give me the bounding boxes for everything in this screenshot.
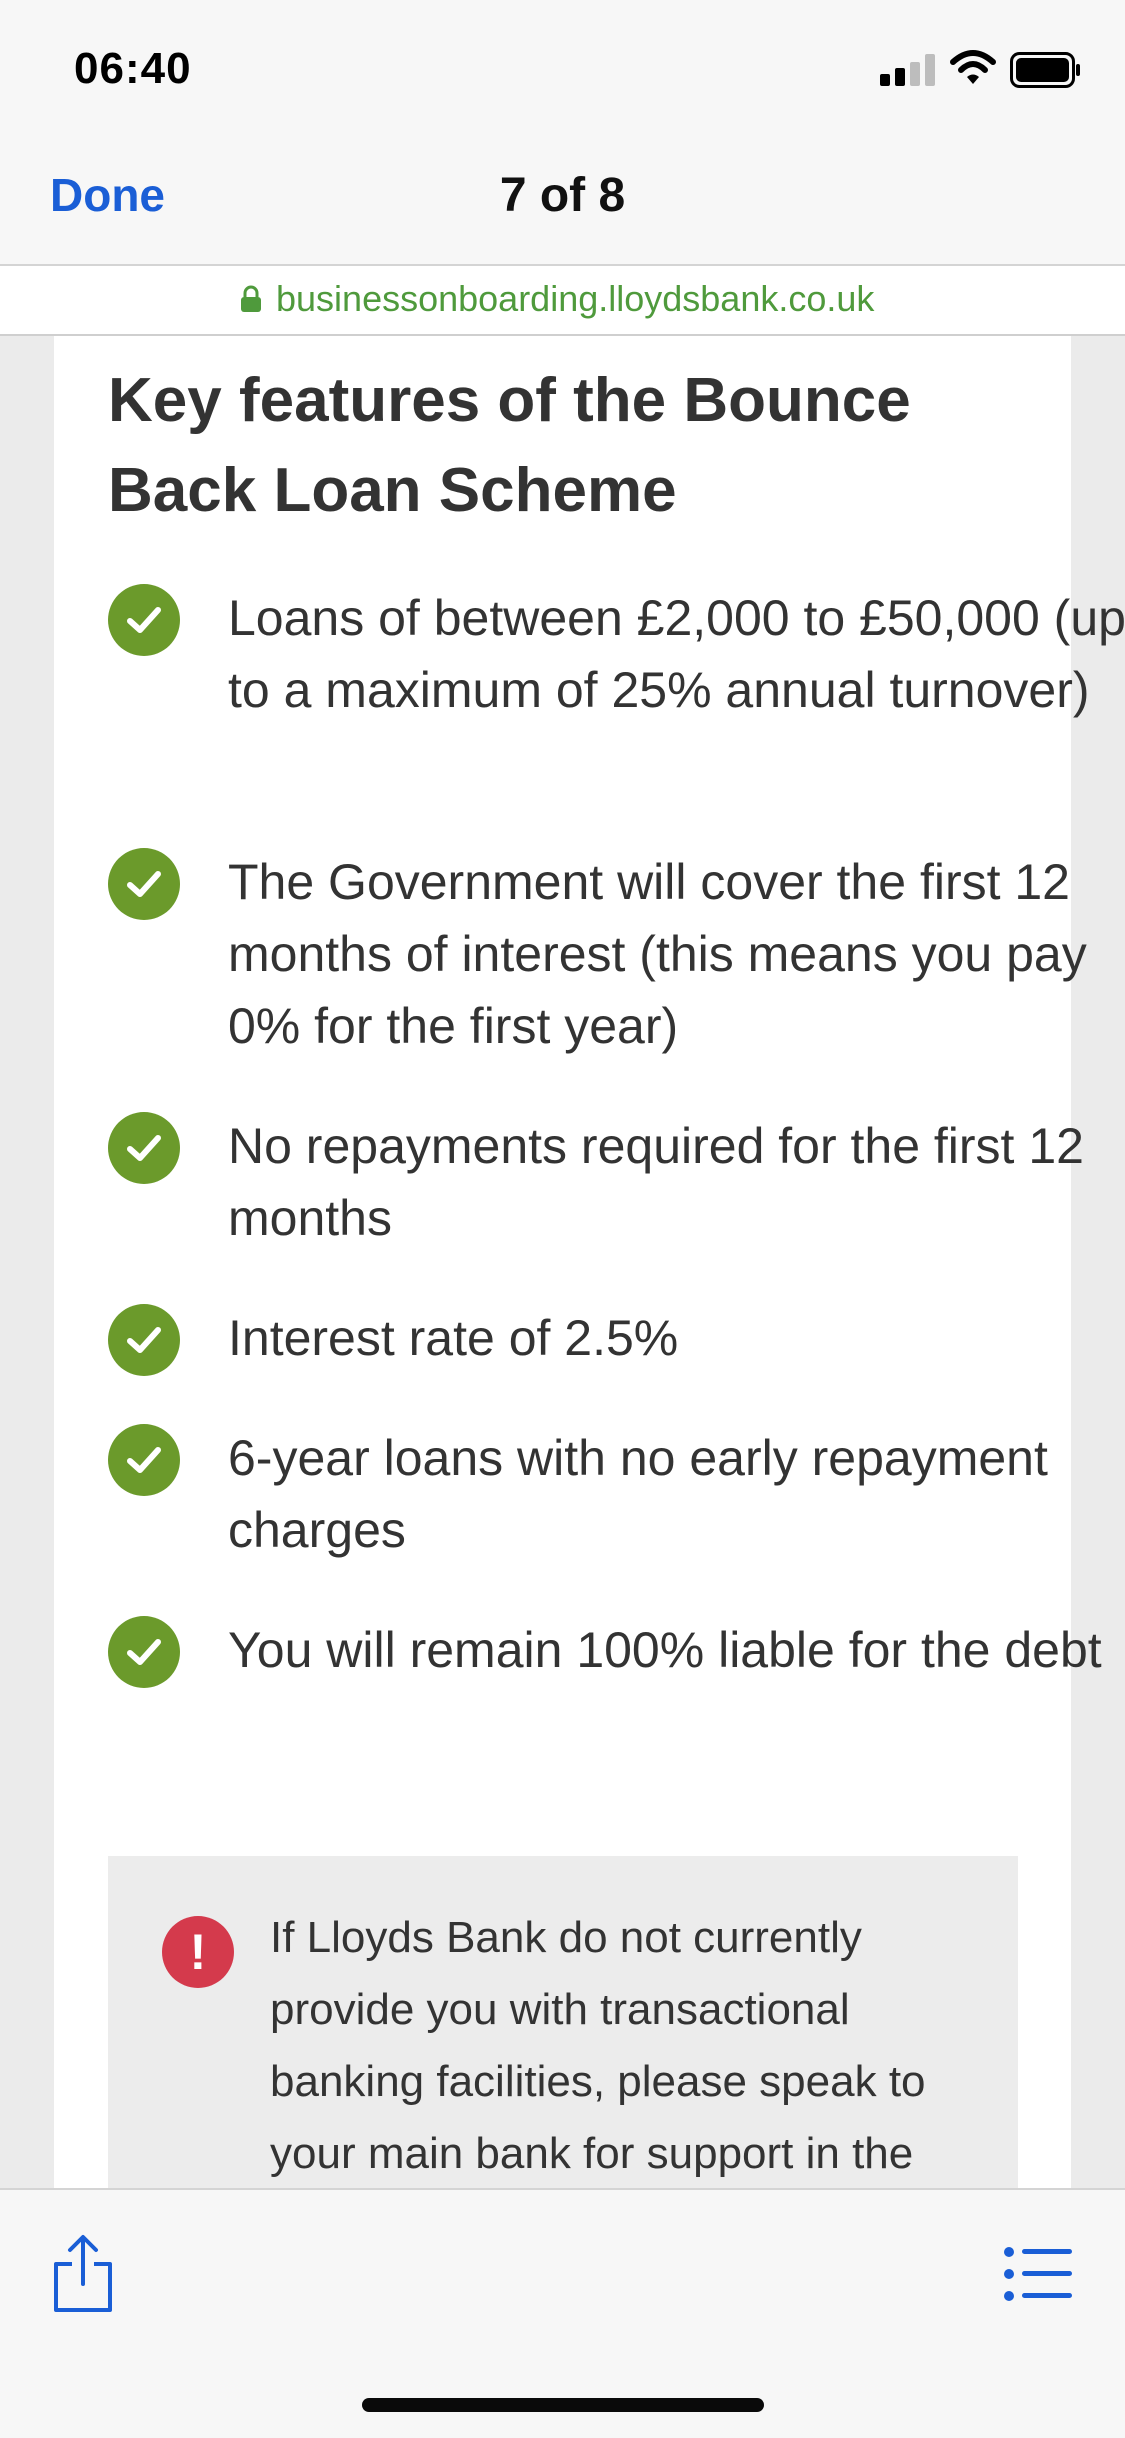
check-icon [108,584,180,656]
check-icon [108,848,180,920]
battery-icon [1010,52,1080,88]
wifi-icon [950,50,996,84]
browser-navbar: Done 7 of 8 [0,130,1125,266]
home-indicator[interactable] [362,2398,764,2412]
alert-icon: ! [162,1916,234,1988]
feature-text: Loans of between £2,000 to £50,000 (up t… [228,590,1125,718]
lock-icon [241,285,261,312]
feature-text: The Government will cover the first 12 m… [228,854,1087,1054]
check-icon [108,1424,180,1496]
page-count: 7 of 8 [499,169,626,222]
url-display: businessonboarding.lloydsbank.co.uk [240,278,874,320]
check-icon [108,1112,180,1184]
url-text: businessonboarding.lloydsbank.co.uk [276,278,875,319]
page-heading: Key features of the Bounce Back Loan Sch… [108,366,911,525]
feature-text: Interest rate of 2.5% [228,1310,679,1366]
share-icon[interactable] [50,2234,116,2314]
feature-text: You will remain 100% liable for the debt [228,1622,1102,1678]
notice-text: If Lloyds Bank do not currently provide … [270,1913,926,2178]
check-icon [108,1304,180,1376]
list-icon[interactable] [1004,2246,1074,2302]
url-bar[interactable]: businessonboarding.lloydsbank.co.uk [0,266,1125,336]
notice-box: ! If Lloyds Bank do not currently provid… [108,1856,1018,2188]
feature-text: 6-year loans with no early repayment cha… [228,1430,1048,1558]
feature-text: No repayments required for the first 12 … [228,1118,1084,1246]
content-card: Key features of the Bounce Back Loan Sch… [54,336,1125,2188]
page-viewport[interactable]: Key features of the Bounce Back Loan Sch… [0,336,1125,2188]
status-time: 06:40 [74,44,192,93]
signal-icon [880,54,935,86]
check-icon [108,1616,180,1688]
status-bar: 06:40 [0,0,1125,130]
bottom-toolbar [0,2188,1125,2438]
